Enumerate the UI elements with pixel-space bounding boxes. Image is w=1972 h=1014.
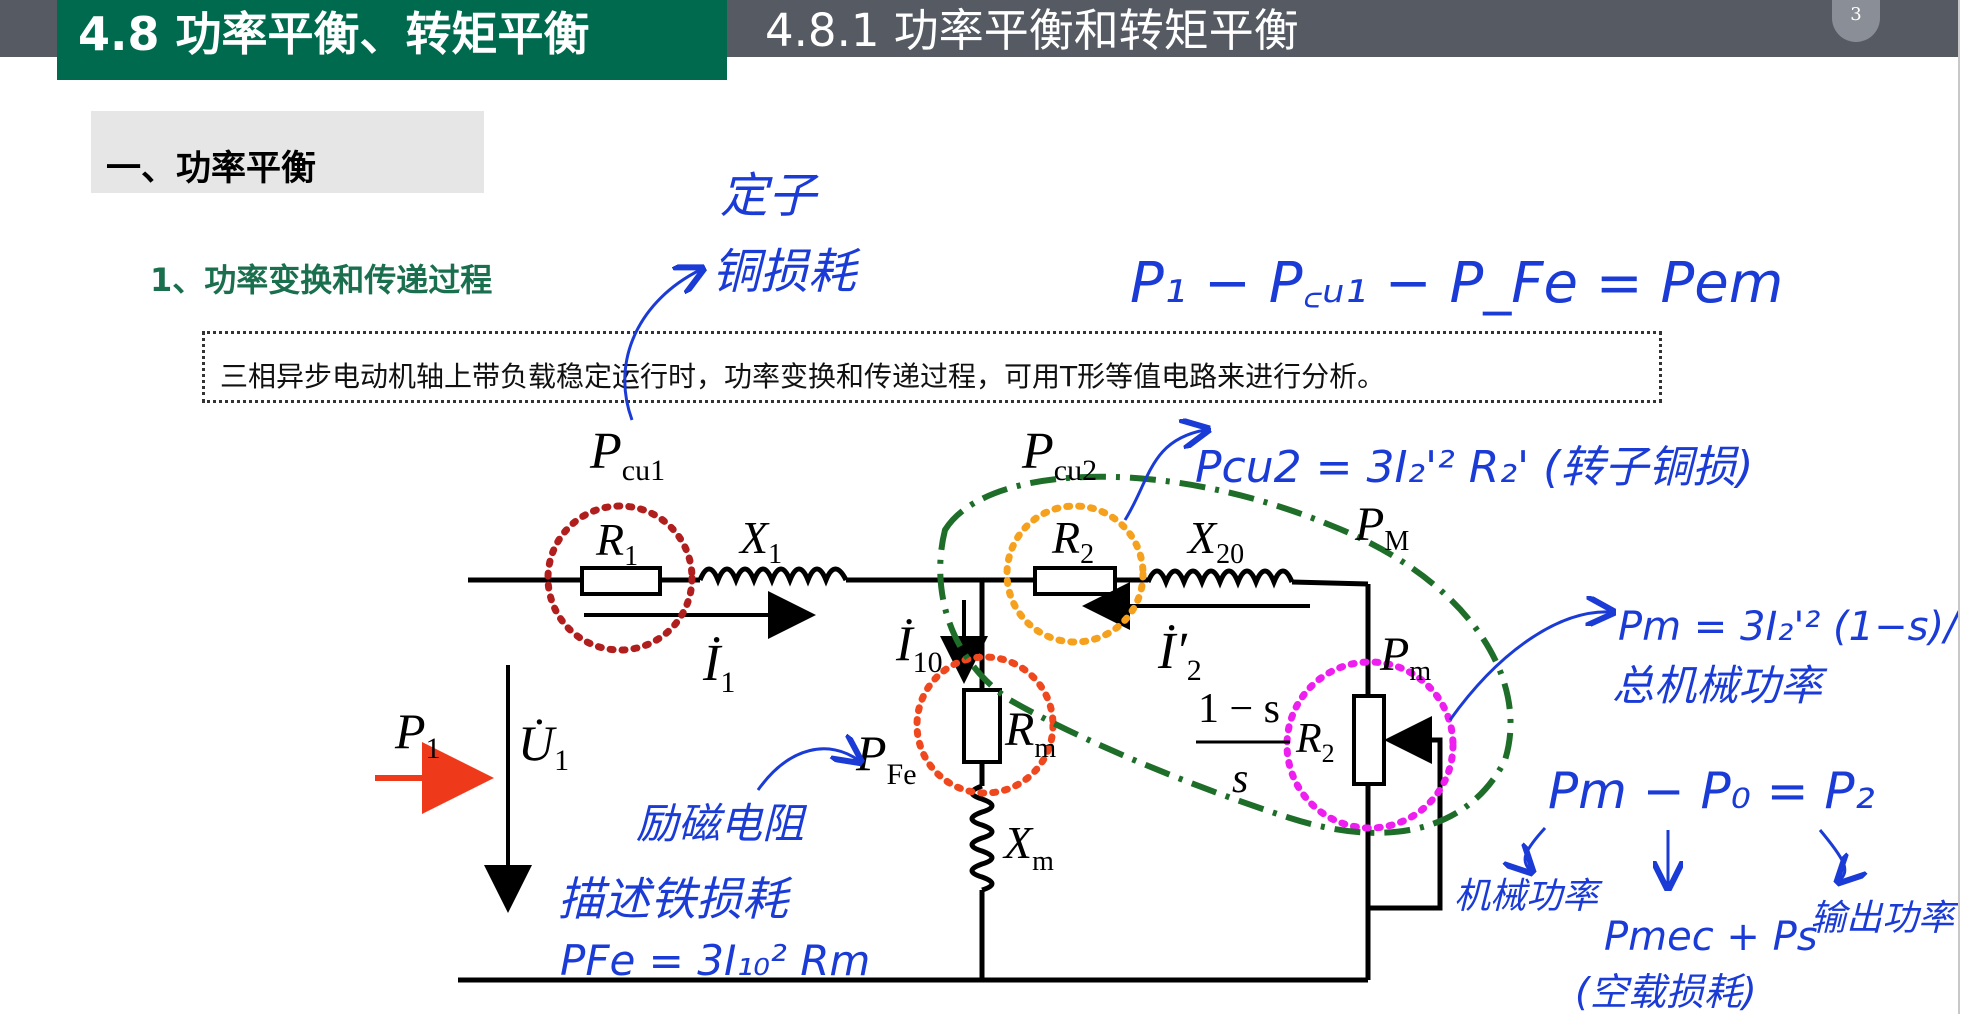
note-pcu2-eq: Pcu2 = 3I₂'² R₂' (转子铜损) <box>1195 442 1753 493</box>
note-output-power: 输出功率 <box>1810 898 1958 939</box>
slide-edge <box>1958 0 1972 1014</box>
label-i10: İ10 <box>895 615 943 679</box>
label-xm: Xm <box>1002 817 1054 877</box>
note-p0-label: (空载损耗) <box>1575 970 1757 1014</box>
t-equivalent-circuit: Pcu1 R1 X1 İ1 P1 U̇1 İ10 Rm Xm PFe Pcu2 … <box>375 168 1958 1014</box>
inductor-x1 <box>697 566 849 587</box>
label-fraction-denominator: s <box>1232 756 1248 802</box>
note-rm-arrow <box>756 749 858 791</box>
label-r1: R1 <box>595 514 638 572</box>
note-copper-loss: 铜损耗 <box>712 244 861 300</box>
note-pcu2-arrow <box>1123 430 1205 521</box>
note-pfe-eq: PFe = 3I₁₀² Rm <box>560 936 870 985</box>
label-pcu1: Pcu1 <box>589 423 665 487</box>
note-iron-loss: 描述铁损耗 <box>558 872 793 926</box>
label-i2: İ′2 <box>1157 623 1202 687</box>
note-pm-eq: Pm = 3I₂'² (1−s)/s R₂' <box>1618 604 1958 650</box>
resistor-r2 <box>1033 566 1117 596</box>
label-x1: X1 <box>738 512 782 570</box>
label-u1: U̇1 <box>518 715 569 777</box>
note-mech-power: 机械功率 <box>1454 876 1603 917</box>
handwritten-annotations: 定子 铜损耗 P₁ − P꜀ᵤ₁ − P_Fe = Pem Pcu2 = 3I₂… <box>558 168 1958 1014</box>
note-output-arrow <box>1818 829 1845 880</box>
label-p1: P1 <box>394 703 441 765</box>
inductor-xm <box>969 783 995 893</box>
label-r2-load: R2 <box>1295 716 1335 768</box>
label-fraction-numerator: 1 − s <box>1198 686 1280 732</box>
label-pcu2: Pcu2 <box>1021 423 1097 487</box>
resistor-r1 <box>580 566 662 596</box>
note-stator-arrow <box>623 270 700 421</box>
note-stator: 定子 <box>720 168 819 224</box>
note-rm: 励磁电阻 <box>636 799 808 848</box>
label-rm: Rm <box>1004 703 1056 764</box>
label-pm: Pm <box>1379 628 1431 687</box>
note-balance-eq: Pm − P₀ = P₂ <box>1548 762 1875 820</box>
label-pM: PM <box>1354 498 1409 557</box>
note-mech-arrow <box>1525 826 1547 870</box>
label-pfe: PFe <box>855 725 917 791</box>
label-r2: R2 <box>1051 512 1094 570</box>
resistor-load <box>1352 694 1386 786</box>
resistor-rm <box>962 688 1002 764</box>
note-pm-label: 总机械功率 <box>1612 661 1828 710</box>
label-i1: İ1 <box>702 635 735 699</box>
label-x20: X20 <box>1186 512 1244 570</box>
note-p0-expand: Pmec + Ps <box>1604 914 1818 960</box>
inductor-x20 <box>1145 568 1295 589</box>
note-eq-top: P₁ − P꜀ᵤ₁ − P_Fe = Pem <box>1130 251 1783 316</box>
